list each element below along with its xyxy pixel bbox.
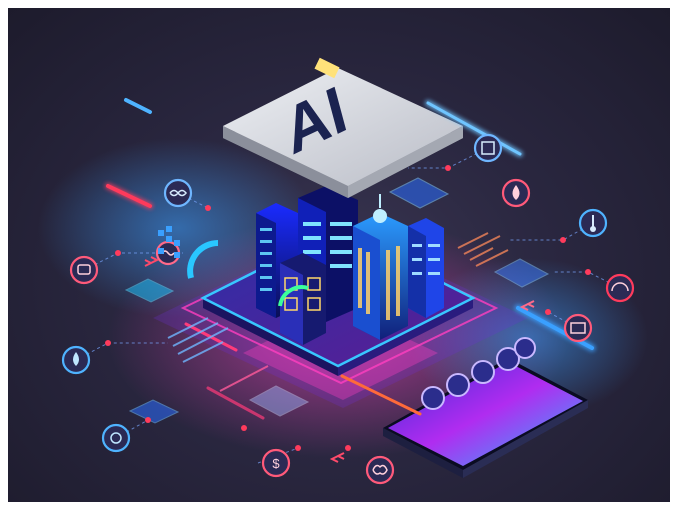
bank-icon — [563, 313, 593, 343]
robot-icon — [69, 255, 99, 285]
thermometer-icon — [471, 360, 495, 384]
atom-icon — [514, 337, 536, 359]
lightning-icon — [446, 373, 470, 397]
glass-skyscraper — [353, 194, 408, 340]
gauge-icon — [605, 273, 635, 303]
ai-city-illustration: AI $ — [8, 8, 670, 502]
isometric-scene: AI $ — [38, 57, 648, 485]
infinity-icon — [163, 178, 193, 208]
floating-panel-top-right — [388, 177, 450, 209]
brain-icon — [365, 455, 395, 485]
thermometer-icon — [578, 208, 608, 238]
svg-text:$: $ — [272, 456, 280, 471]
drop-icon — [421, 386, 445, 410]
drop-icon — [61, 345, 91, 375]
chip-icon — [473, 133, 503, 163]
gear-icon — [101, 423, 131, 453]
lattice-tower-left — [280, 253, 326, 345]
blue-tower-right — [408, 218, 444, 318]
dollar-icon: $ — [261, 448, 291, 478]
fire-icon — [501, 178, 531, 208]
